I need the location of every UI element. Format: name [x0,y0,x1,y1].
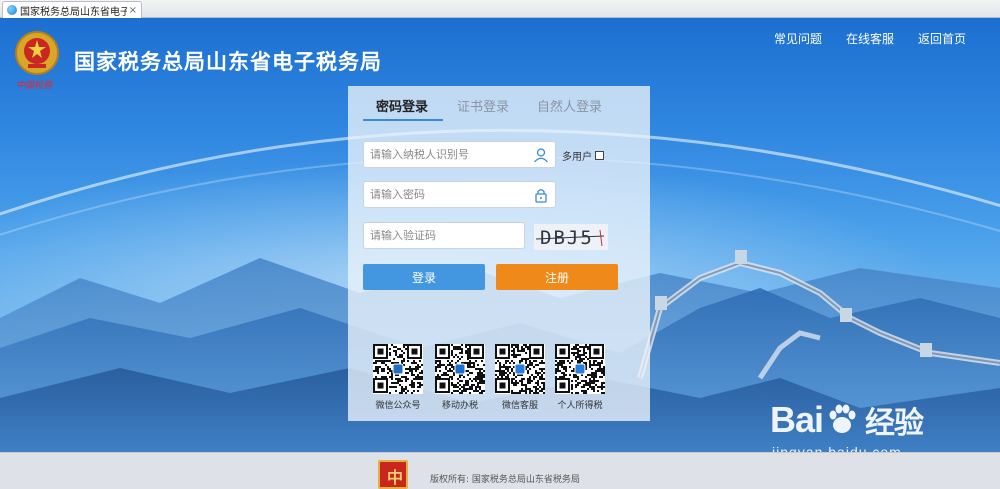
qr-wechat-service[interactable]: 微信客服 [492,344,548,411]
footer-tax-logo-icon: 中 [378,460,408,489]
password-field[interactable] [363,181,556,208]
browser-tab-strip: 国家税务总局山东省电子税... × [0,0,1000,18]
browser-tab[interactable]: 国家税务总局山东省电子税... × [2,1,142,18]
active-tab-indicator [363,119,443,121]
ie-favicon-icon [7,5,17,15]
close-tab-icon[interactable]: × [129,5,137,16]
multi-user-label: 多用户 [562,152,592,163]
site-title: 国家税务总局山东省电子税务局 [74,50,382,74]
captcha-field[interactable] [363,222,525,249]
qr-label: 微信客服 [501,401,538,411]
taxpayer-id-field[interactable] [363,141,556,168]
wechat-official-qr-icon [373,344,423,394]
login-tabs: 密码登录 证书登录 自然人登录 [348,86,650,122]
password-input[interactable] [370,188,555,201]
top-nav: 常见问题 在线客服 返回首页 [774,30,966,47]
baidu-jingyan-watermark: Bai 经验 jingyan.baidu.com [770,398,924,460]
register-button[interactable]: 注册 [496,264,618,290]
login-button[interactable]: 登录 [363,264,485,290]
tab-natural-person-login[interactable]: 自然人登录 [537,96,602,115]
captcha-image[interactable]: DBJ5 [534,224,608,250]
qr-personal-income-tax[interactable]: 个人所得税 [552,344,608,411]
mobile-tax-qr-icon [435,344,485,394]
qr-mobile-tax[interactable]: 移动办税 [432,344,488,411]
watermark-brand-right: 经验 [865,407,924,440]
qr-label: 移动办税 [441,401,478,411]
qr-label: 个人所得税 [557,401,603,411]
wechat-service-qr-icon [495,344,545,394]
tab-certificate-login[interactable]: 证书登录 [457,96,509,115]
nav-online-service-link[interactable]: 在线客服 [846,30,894,47]
qr-wechat-official[interactable]: 微信公众号 [370,344,426,411]
personal-income-tax-qr-icon [555,344,605,394]
watermark-brand-left: Bai [770,399,824,440]
copyright-text: 版权所有: 国家税务总局山东省税务局 [430,475,580,485]
taxpayer-id-input[interactable] [370,148,555,161]
tab-password-login[interactable]: 密码登录 [376,96,428,115]
footer-logo-glyph: 中 [387,468,404,487]
browser-tab-title: 国家税务总局山东省电子税... [20,6,127,18]
logo-script-text: 中國稅務 [16,81,53,91]
captcha-input[interactable] [370,229,524,242]
qr-label: 微信公众号 [375,401,421,411]
multi-user-checkbox[interactable] [595,151,604,160]
nav-faq-link[interactable]: 常见问题 [774,30,822,47]
lock-icon [535,189,547,203]
qr-code-row: 微信公众号 移动办税 微信客服 个人所得税 [370,344,640,414]
multi-user-option[interactable]: 多用户 [562,148,604,163]
tax-emblem-icon [15,31,59,75]
user-icon [534,148,548,163]
login-panel: 密码登录 证书登录 自然人登录 多用户 DBJ5 登录 注册 [348,86,650,421]
nav-home-link[interactable]: 返回首页 [918,30,966,47]
baidu-paw-icon [829,404,856,433]
